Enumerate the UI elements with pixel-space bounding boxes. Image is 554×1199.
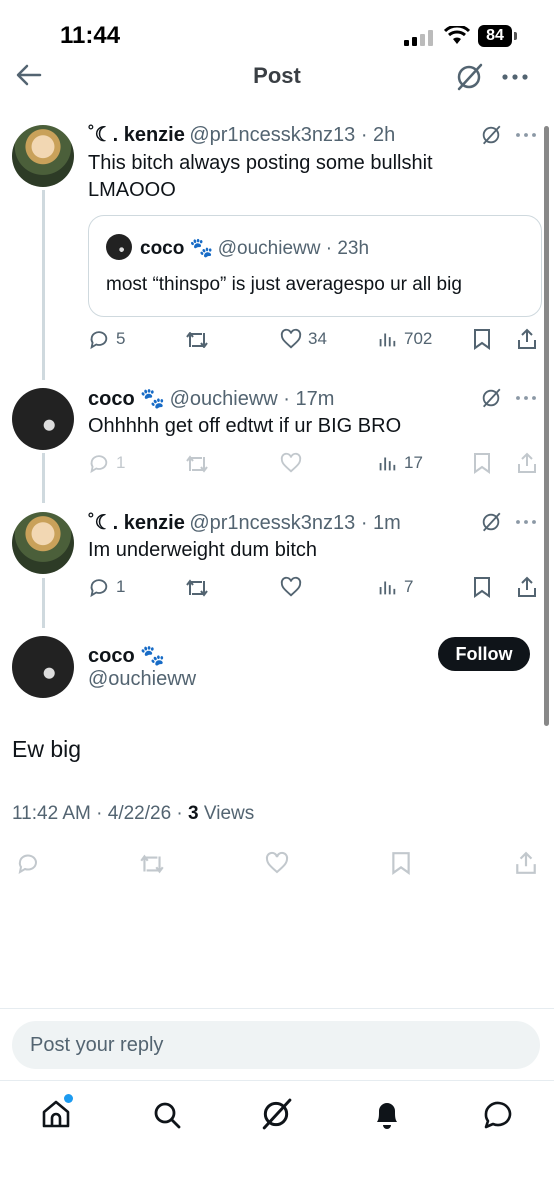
post-text: Im underweight dum bitch [88, 539, 318, 561]
more-options-icon[interactable] [514, 126, 538, 144]
like-button[interactable]: 34 [280, 328, 327, 350]
display-name[interactable]: ˚☾. kenzie [88, 512, 185, 534]
repost-icon[interactable] [138, 852, 166, 876]
handle-time[interactable]: @pr1ncessk3nz13 · 1m [189, 512, 401, 534]
avatar[interactable] [12, 512, 74, 574]
reply-placeholder[interactable]: Post your reply [30, 1034, 163, 1057]
more-options-icon[interactable] [514, 513, 538, 531]
handle-time: @ouchieww · 23h [217, 238, 370, 259]
reply-button[interactable]: 1 [88, 452, 125, 474]
scrollbar[interactable] [544, 126, 549, 726]
search-icon[interactable] [152, 1100, 182, 1130]
reply-icon [90, 579, 108, 598]
bookmark-icon[interactable] [472, 576, 492, 598]
views-button[interactable]: 17 [376, 452, 423, 474]
signal-icon [404, 30, 433, 46]
avatar[interactable] [12, 125, 74, 187]
post-header: coco 🐾 @ouchieww · 17m [88, 386, 334, 411]
quote-text: most “thinspo” is just averagespo ur all… [106, 274, 462, 295]
post-header: ˚☾. kenzie @pr1ncessk3nz13 · 2h [88, 122, 395, 147]
follow-button[interactable]: Follow [438, 637, 530, 671]
more-options-icon[interactable] [500, 64, 530, 90]
share-icon[interactable] [516, 576, 538, 598]
handle-time[interactable]: @pr1ncessk3nz13 · 2h [189, 124, 395, 146]
handle[interactable]: @ouchieww [88, 668, 196, 691]
reply-count: 1 [116, 577, 126, 596]
reply-count: 5 [116, 329, 126, 348]
grok-icon[interactable] [260, 1098, 292, 1130]
repost-icon[interactable] [184, 329, 210, 351]
views-count: 7 [404, 577, 414, 596]
post-text: Ohhhhh get off edtwt if ur BIG BRO [88, 415, 402, 437]
bookmark-icon[interactable] [472, 452, 492, 474]
wifi-icon [444, 26, 470, 44]
display-name[interactable]: coco 🐾 [88, 643, 165, 668]
repost-icon[interactable] [184, 577, 210, 599]
avatar[interactable] [12, 388, 74, 450]
heart-icon[interactable] [280, 576, 302, 598]
reply-icon [90, 455, 108, 474]
heart-icon [280, 328, 302, 349]
avatar[interactable] [12, 636, 74, 698]
post-timestamp: 11:42 AM · 4/22/26 · [12, 803, 189, 824]
post-meta: 11:42 AM · 4/22/26 · 3 Views [12, 803, 254, 825]
notification-dot [64, 1094, 73, 1103]
divider [0, 1008, 554, 1009]
analytics-icon [379, 457, 396, 471]
more-options-icon[interactable] [514, 389, 538, 407]
views-count: 3 [188, 803, 199, 824]
battery-indicator: 84 [478, 25, 512, 47]
avatar [106, 234, 132, 260]
reply-icon[interactable] [16, 851, 40, 875]
quote-header: coco 🐾 @ouchieww · 23h [140, 236, 369, 260]
bookmark-icon[interactable] [472, 328, 492, 350]
post-text: LMAOOO [88, 179, 176, 201]
heart-icon[interactable] [280, 452, 302, 474]
views-count: 17 [404, 453, 423, 472]
reply-count: 1 [116, 453, 126, 472]
views-button[interactable]: 7 [376, 576, 413, 598]
bell-icon[interactable] [372, 1098, 402, 1130]
reply-button[interactable]: 1 [88, 576, 125, 598]
views-button[interactable]: 702 [376, 328, 432, 350]
messages-icon[interactable] [482, 1099, 514, 1131]
heart-icon[interactable] [264, 851, 290, 875]
reply-button[interactable]: 5 [88, 328, 125, 350]
analytics-icon [379, 333, 396, 347]
display-name[interactable]: coco 🐾 [88, 388, 165, 410]
post-text: This bitch always posting some bullshit [88, 152, 433, 174]
share-icon[interactable] [516, 328, 538, 350]
quoted-post[interactable] [88, 215, 542, 317]
grok-icon[interactable] [480, 124, 502, 146]
divider [0, 1080, 554, 1081]
analytics-icon [379, 581, 396, 595]
views-count: 702 [404, 329, 433, 348]
thread-line [42, 190, 45, 380]
thread-line [42, 578, 45, 628]
battery-tip [514, 32, 517, 40]
post-header: ˚☾. kenzie @pr1ncessk3nz13 · 1m [88, 510, 401, 535]
display-name[interactable]: ˚☾. kenzie [88, 124, 185, 146]
thread-line [42, 453, 45, 503]
reply-icon [90, 331, 108, 350]
bookmark-icon[interactable] [390, 851, 412, 875]
share-icon[interactable] [516, 452, 538, 474]
repost-icon[interactable] [184, 453, 210, 475]
grok-icon[interactable] [480, 387, 502, 409]
grok-icon[interactable] [454, 62, 484, 92]
handle-time[interactable]: @ouchieww · 17m [170, 388, 335, 410]
main-post-text: Ew big [12, 736, 82, 762]
share-icon[interactable] [514, 851, 538, 875]
views-label[interactable]: Views [199, 803, 254, 824]
status-time: 11:44 [60, 22, 121, 49]
display-name: coco 🐾 [140, 238, 214, 259]
grok-icon[interactable] [480, 511, 502, 533]
like-count: 34 [308, 329, 327, 348]
